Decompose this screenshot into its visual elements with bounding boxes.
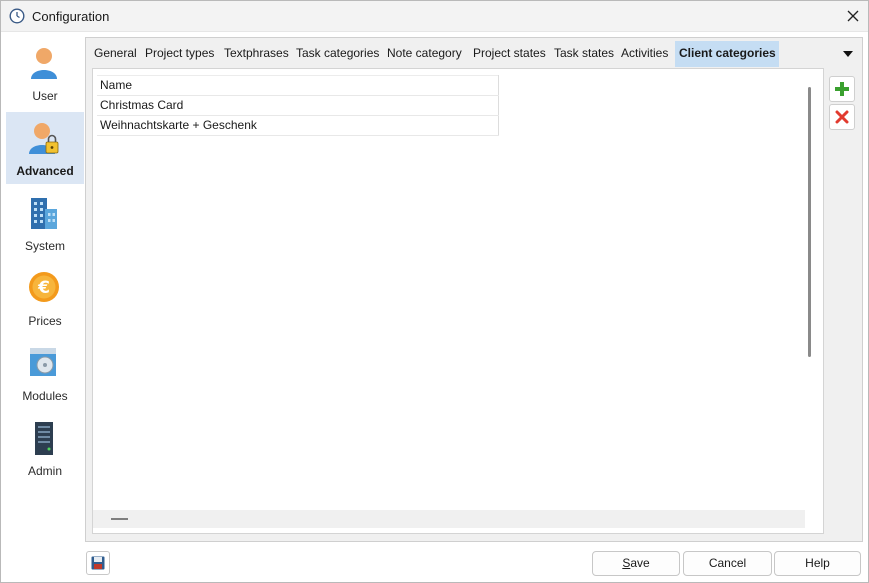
client-categories-grid: Name Christmas Card Weihnachtskarte + Ge…	[92, 68, 824, 534]
tab-textphrases[interactable]: Textphrases	[220, 41, 293, 67]
chevron-down-icon	[843, 51, 853, 57]
cancel-button[interactable]: Cancel	[683, 551, 772, 576]
server-icon	[35, 422, 53, 455]
user-icon	[31, 48, 57, 79]
save-label-rest: ave	[630, 556, 650, 570]
sidebar-item-admin[interactable]: Admin	[6, 412, 84, 484]
sidebar: User Advanced System € Prices Modules Ad…	[6, 37, 84, 542]
tab-overflow-dropdown[interactable]	[842, 47, 856, 59]
sidebar-item-label: Advanced	[16, 164, 74, 178]
delete-category-button[interactable]	[829, 104, 855, 130]
sidebar-item-modules[interactable]: Modules	[6, 337, 84, 409]
tab-project-states[interactable]: Project states	[469, 41, 550, 67]
configuration-window: Configuration User Advanced System € Pri…	[0, 0, 869, 583]
sidebar-item-label: Prices	[28, 314, 62, 328]
horizontal-scrollbar-track	[93, 510, 805, 528]
table-header-row: Name	[97, 75, 499, 96]
sidebar-item-prices[interactable]: € Prices	[6, 262, 84, 334]
add-category-button[interactable]	[829, 76, 855, 102]
sidebar-item-label: Admin	[27, 464, 62, 478]
sidebar-item-user[interactable]: User	[6, 37, 84, 109]
main-panel: General Project types Textphrases Task c…	[85, 37, 863, 542]
euro-coin-icon: €	[29, 272, 59, 302]
tab-project-types[interactable]: Project types	[141, 41, 218, 67]
close-button[interactable]	[841, 5, 865, 27]
tab-general[interactable]: General	[90, 41, 141, 67]
plus-icon	[835, 82, 849, 96]
user-lock-icon	[29, 123, 59, 154]
help-button[interactable]: Help	[774, 551, 861, 576]
save-disk-button[interactable]	[86, 551, 110, 575]
delete-icon	[835, 110, 849, 124]
building-icon	[31, 198, 57, 229]
tab-client-categories[interactable]: Client categories	[675, 41, 779, 67]
tab-note-category[interactable]: Note category	[383, 41, 466, 67]
sidebar-item-label: User	[32, 89, 58, 103]
table-cell-name[interactable]: Weihnachtskarte + Geschenk	[97, 115, 499, 136]
title-bar: Configuration	[1, 1, 868, 32]
table-cell-name[interactable]: Christmas Card	[97, 95, 499, 116]
sidebar-item-advanced[interactable]: Advanced	[6, 112, 84, 184]
window-title: Configuration	[32, 9, 110, 24]
svg-text:€: €	[37, 278, 50, 298]
sidebar-item-system[interactable]: System	[6, 187, 84, 259]
modules-icon	[30, 348, 56, 376]
vertical-scrollbar[interactable]	[808, 87, 811, 357]
save-button[interactable]: Save	[592, 551, 680, 576]
tab-activities[interactable]: Activities	[617, 41, 672, 67]
table-row[interactable]: Christmas Card	[97, 95, 499, 116]
tab-task-states[interactable]: Task states	[550, 41, 618, 67]
tab-task-categories[interactable]: Task categories	[292, 41, 383, 67]
close-icon	[847, 10, 859, 22]
tab-strip: General Project types Textphrases Task c…	[90, 41, 860, 67]
sidebar-item-label: Modules	[22, 389, 68, 403]
clock-icon	[9, 8, 25, 24]
horizontal-scrollbar[interactable]	[111, 518, 128, 520]
categories-table: Name Christmas Card Weihnachtskarte + Ge…	[97, 75, 499, 136]
sidebar-item-label: System	[24, 239, 65, 253]
table-row[interactable]: Weihnachtskarte + Geschenk	[97, 115, 499, 136]
column-header-name[interactable]: Name	[97, 75, 499, 96]
floppy-disk-icon	[91, 556, 105, 570]
